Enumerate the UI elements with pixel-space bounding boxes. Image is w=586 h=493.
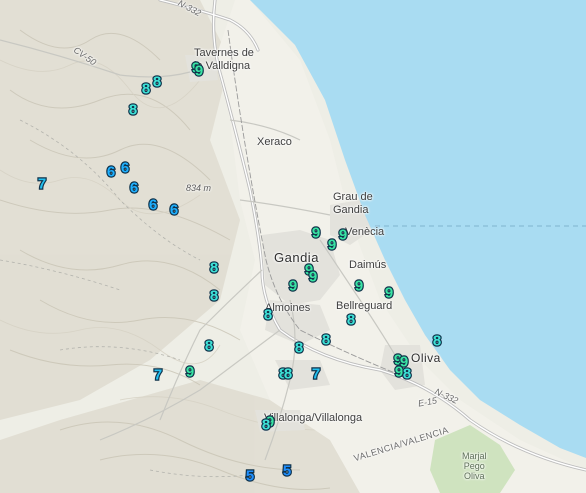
label-venecia: Venècia (345, 226, 385, 238)
intensity-marker[interactable]: 9 (307, 268, 320, 285)
intensity-marker[interactable]: 6 (105, 163, 118, 180)
label-marjal: Marjal Pego Oliva (462, 451, 487, 481)
label-bellreguard: Bellreguard (336, 300, 393, 312)
intensity-marker[interactable]: 9 (193, 62, 206, 79)
label-daimus: Daimús (349, 259, 387, 271)
intensity-marker[interactable]: 8 (293, 339, 306, 356)
intensity-marker[interactable]: 8 (260, 416, 273, 433)
intensity-marker[interactable]: 9 (326, 236, 339, 253)
label-villalonga: Villalonga/Villalonga (264, 412, 363, 424)
intensity-marker[interactable]: 8 (320, 331, 333, 348)
intensity-marker[interactable]: 8 (208, 259, 221, 276)
intensity-marker[interactable]: 9 (310, 224, 323, 241)
intensity-marker[interactable]: 9 (184, 363, 197, 380)
intensity-marker[interactable]: 7 (310, 365, 323, 382)
intensity-marker[interactable]: 8 (262, 306, 275, 323)
label-oliva: Oliva (411, 351, 441, 365)
intensity-marker[interactable]: 6 (147, 196, 160, 213)
intensity-marker[interactable]: 6 (119, 159, 132, 176)
intensity-marker[interactable]: 7 (36, 175, 49, 192)
intensity-marker[interactable]: 9 (353, 277, 366, 294)
intensity-marker[interactable]: 8 (345, 311, 358, 328)
intensity-marker[interactable]: 5 (281, 462, 294, 479)
intensity-marker[interactable]: 7 (152, 366, 165, 383)
intensity-marker[interactable]: 8 (140, 80, 153, 97)
label-xeraco: Xeraco (257, 136, 292, 148)
intensity-marker[interactable]: 9 (383, 284, 396, 301)
intensity-marker[interactable]: 9 (287, 277, 300, 294)
intensity-marker[interactable]: 8 (208, 287, 221, 304)
intensity-marker[interactable]: 8 (401, 365, 414, 382)
intensity-marker[interactable]: 5 (244, 467, 257, 484)
intensity-marker[interactable]: 8 (127, 101, 140, 118)
label-grau: Grau de Gandia (333, 191, 373, 217)
intensity-marker[interactable]: 8 (431, 332, 444, 349)
intensity-marker[interactable]: 8 (203, 337, 216, 354)
label-elevation: 834 m (186, 183, 212, 193)
intensity-marker[interactable]: 8 (282, 365, 295, 382)
intensity-marker[interactable]: 6 (168, 201, 181, 218)
intensity-marker[interactable]: 6 (128, 179, 141, 196)
